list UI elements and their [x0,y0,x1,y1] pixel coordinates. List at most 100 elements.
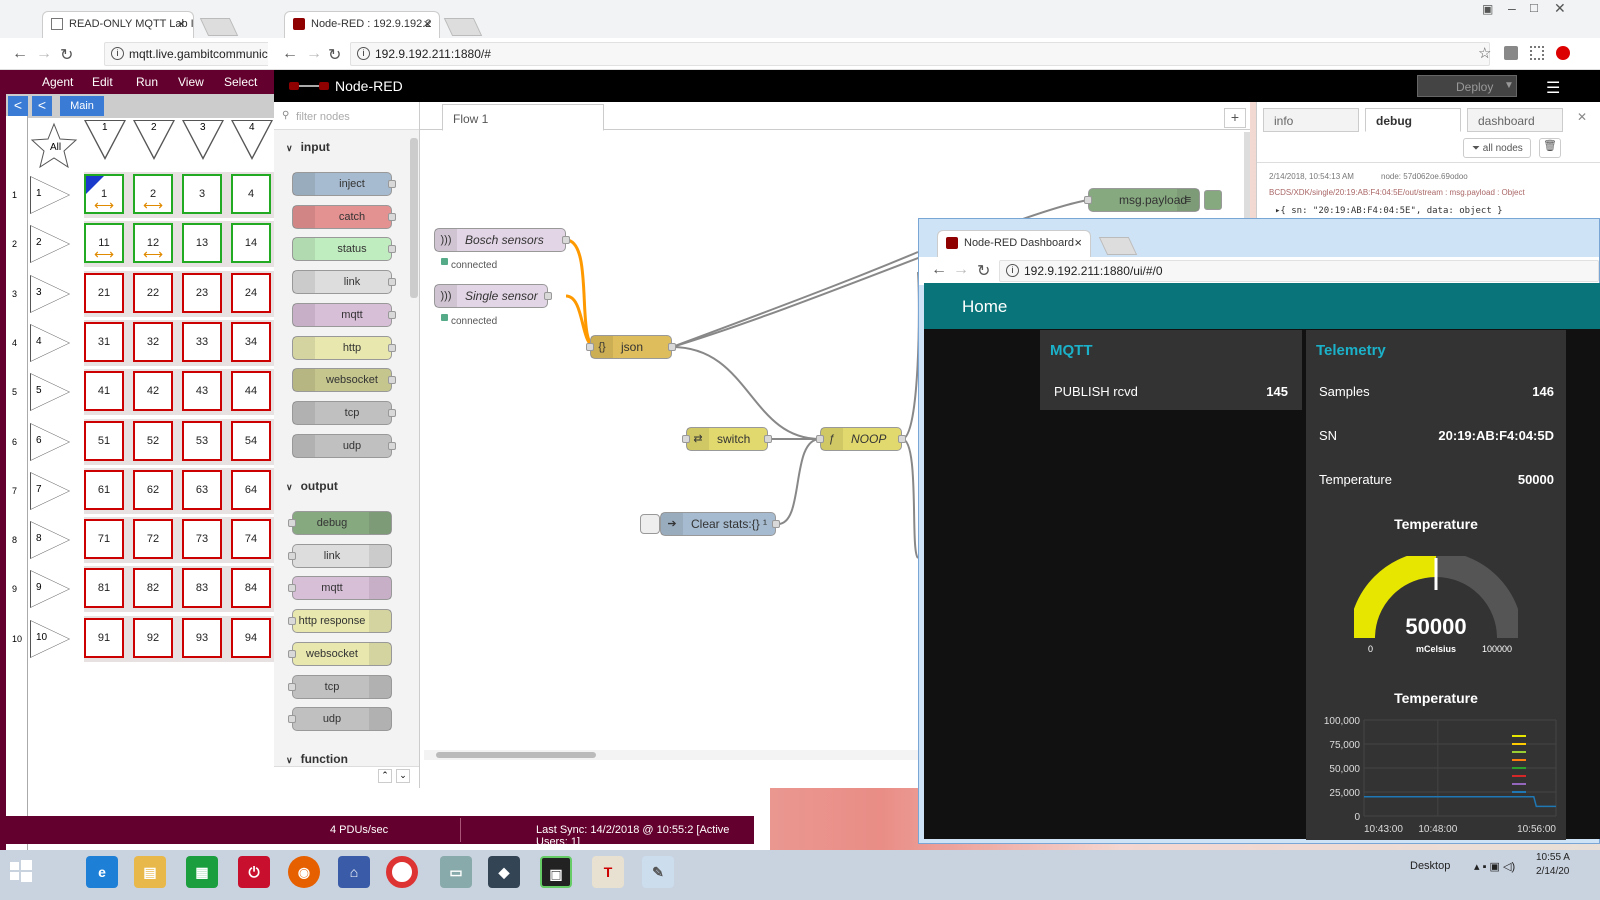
inject-button[interactable] [640,514,660,534]
device-cell[interactable]: 41 [84,371,124,412]
device-cell[interactable]: 33 [182,321,222,362]
palette-node-input-udp[interactable]: udp [292,433,396,458]
input-port[interactable] [816,435,824,443]
store-icon[interactable]: ▦ [186,856,218,888]
tab-info[interactable]: info [1263,108,1359,132]
palette-category-output[interactable]: ∨ output [286,479,338,493]
menu-select[interactable]: Select [224,75,257,89]
output-port[interactable] [772,520,780,528]
device-cell[interactable]: 23 [182,272,222,313]
device-cell[interactable]: 32 [133,321,173,362]
device-cell[interactable]: 34 [231,321,271,362]
device-cell[interactable]: 14 [231,223,271,264]
device-cell[interactable]: 81 [84,568,124,609]
input-port[interactable] [1084,196,1092,204]
device-cell[interactable]: 93 [182,617,222,658]
close-tab-icon[interactable]: × [1074,235,1082,250]
device-cell[interactable]: 91 [84,617,124,658]
output-port[interactable] [544,292,552,300]
bookmark-star-icon[interactable]: ☆ [1478,44,1491,62]
windows-start-icon[interactable] [10,860,32,882]
palette-category-input[interactable]: ∨ input [286,140,330,154]
reload-icon[interactable]: ↻ [328,45,341,65]
device-cell[interactable]: 53 [182,420,222,461]
forward-icon[interactable]: → [36,45,52,63]
image-viewer-icon[interactable]: ▭ [440,856,472,888]
device-cell[interactable]: 74 [231,519,271,560]
back-icon[interactable]: ← [12,45,28,63]
chrome-icon[interactable] [386,856,418,888]
palette-node-input-inject[interactable]: inject [292,172,396,196]
info-icon[interactable]: i [1006,264,1019,277]
address-bar[interactable]: i 192.9.192.211:1880/# [350,42,1490,66]
menu-agent[interactable]: Agent [42,75,73,89]
palette-node-input-catch[interactable]: catch [292,204,396,229]
all-nodes-filter-button[interactable]: ⏷ all nodes [1463,138,1531,158]
collapse-all-icon[interactable]: ⌃ [378,769,392,783]
menu-view[interactable]: View [178,75,204,89]
device-cell[interactable]: 44 [231,371,271,412]
back-icon[interactable]: ← [931,261,947,279]
menu-edit[interactable]: Edit [92,75,113,89]
device-cell[interactable]: 94 [231,617,271,658]
output-port[interactable] [898,435,906,443]
device-cell[interactable]: 11 ⟷ [84,223,124,264]
reload-icon[interactable]: ↻ [977,261,990,281]
tab-main[interactable]: Main [60,96,104,116]
minimize-icon[interactable]: – [1508,0,1516,16]
back-icon[interactable]: ← [282,45,298,63]
palette-node-output-mqtt[interactable]: mqtt [288,576,392,601]
palette-node-input-link[interactable]: link [292,270,396,295]
device-cell[interactable]: 2 ⟷ [133,174,173,214]
power-app-icon[interactable]: ⏻ [238,856,270,888]
palette-node-input-tcp[interactable]: tcp [292,400,396,425]
desktop-toolbar-label[interactable]: Desktop [1410,860,1450,872]
node-clear-stats[interactable]: ➔ Clear stats:{} ¹ [660,512,780,536]
palette-node-output-http-response[interactable]: http response [288,609,392,634]
device-cell[interactable]: 84 [231,568,271,609]
device-cell[interactable]: 64 [231,469,271,510]
device-cell[interactable]: 42 [133,371,173,412]
palette-scrollbar[interactable] [410,138,418,298]
new-tab-button[interactable] [199,18,239,36]
device-cell[interactable]: 1 ⟷ [84,174,124,214]
close-window-icon[interactable]: ✕ [1554,0,1566,17]
system-tray-icons[interactable]: ▴ ▪ ▣ ◁) [1474,860,1515,873]
deploy-button[interactable]: Deploy ▼ [1417,75,1517,97]
nav-back-button[interactable]: < [32,96,52,116]
filter-nodes-input[interactable]: ⚲ filter nodes [274,102,419,130]
device-cell[interactable]: 92 [133,617,173,658]
palette-node-output-debug[interactable]: debug [288,511,392,535]
new-tab-button[interactable] [443,18,483,36]
palette-node-input-websocket[interactable]: websocket [292,368,396,393]
menu-icon[interactable]: ☰ [1546,78,1560,98]
device-cell[interactable]: 4 [231,174,271,214]
text-tool-icon[interactable]: T [592,856,624,888]
firefox-icon[interactable]: ◉ [288,856,320,888]
terminal-icon[interactable]: ▣ [540,856,572,888]
palette-node-input-http[interactable]: http [292,335,396,360]
trash-icon[interactable]: 🗑 [1539,138,1561,158]
extension-icon[interactable] [1504,46,1518,60]
palette-node-output-websocket[interactable]: websocket [288,641,392,666]
network-tool-icon[interactable]: ⌂ [338,856,370,888]
input-port[interactable] [586,343,594,351]
device-cell[interactable]: 72 [133,519,173,560]
node-json[interactable]: {} json [586,335,676,359]
device-cell[interactable]: 61 [84,469,124,510]
close-tab-icon[interactable]: × [177,16,185,31]
device-cell[interactable]: 21 [84,272,124,313]
profile-icon[interactable]: ▣ [1482,2,1493,16]
tab-mqtt-lab[interactable]: READ-ONLY MQTT Lab I × [42,11,194,38]
tab-debug[interactable]: debug [1365,108,1461,132]
device-cell[interactable]: 54 [231,420,271,461]
tab-dashboard-page[interactable]: Node-RED Dashboard × [937,230,1091,258]
maximize-icon[interactable]: □ [1530,0,1538,15]
deploy-menu-chevron-icon[interactable]: ▼ [1504,80,1514,91]
reload-icon[interactable]: ↻ [60,45,73,65]
tab-nodered[interactable]: Node-RED : 192.9.192.2 × [284,11,440,38]
device-cell[interactable]: 22 [133,272,173,313]
device-cell[interactable]: 71 [84,519,124,560]
device-cell[interactable]: 43 [182,371,222,412]
device-cell[interactable]: 82 [133,568,173,609]
